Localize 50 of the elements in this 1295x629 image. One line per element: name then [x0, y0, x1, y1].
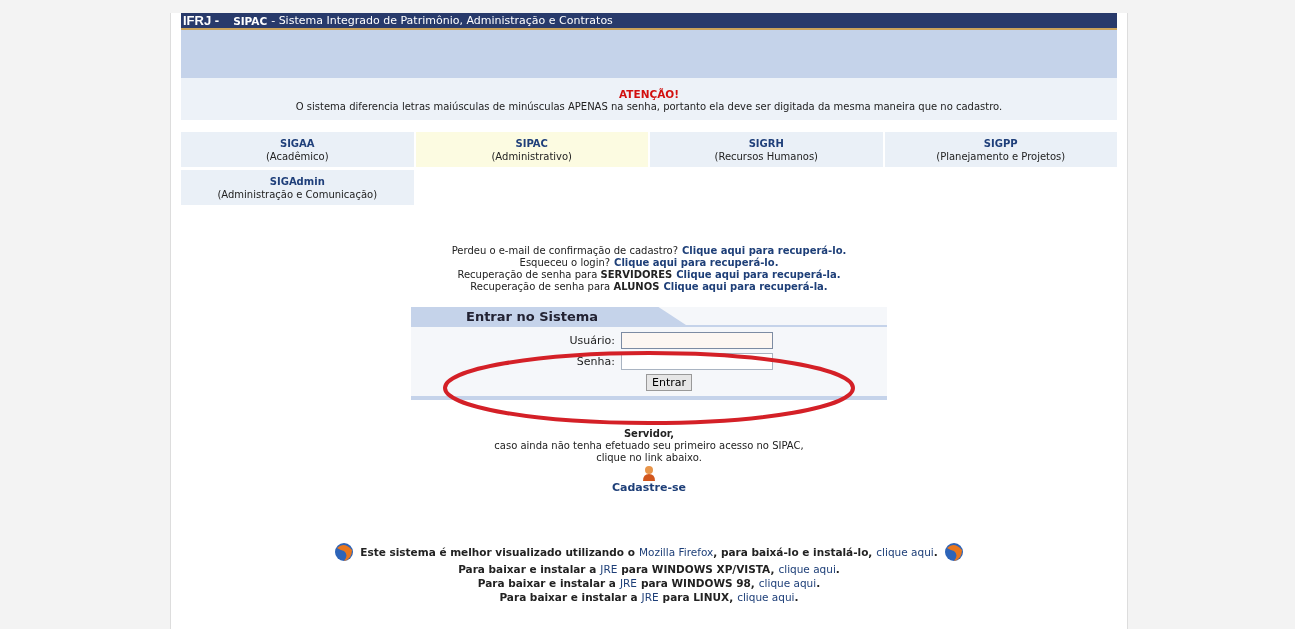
browser-link[interactable]: Mozilla Firefox [638, 545, 714, 559]
jre-text: para WINDOWS 98, [640, 576, 755, 590]
recovery-text: Perdeu o e-mail de confirmação de cadastro? [451, 245, 678, 257]
jre-text: Para baixar e instalar a [499, 590, 638, 604]
period-text: . [835, 562, 840, 576]
system-tab[interactable]: SIPAC (Administrativo) [415, 132, 648, 167]
download-link[interactable]: clique aqui [758, 576, 817, 590]
system-tab[interactable]: SIGAdmin (Administração e Comunicação) [181, 170, 414, 205]
recovery-link[interactable]: Clique aqui para recuperá-la. [676, 269, 841, 281]
jre-text: Para baixar e instalar a [458, 562, 597, 576]
system-name: SIPAC [233, 14, 268, 27]
jre-link[interactable]: JRE [619, 576, 637, 590]
user-icon [642, 465, 656, 481]
register-link[interactable]: Cadastre-se [611, 482, 687, 494]
download-link[interactable]: clique aqui [737, 590, 795, 604]
register-heading: Servidor, [623, 428, 675, 440]
period-text: . [933, 545, 938, 559]
period-text: . [816, 576, 821, 590]
system-tab[interactable]: SIGRH (Recursos Humanos) [650, 132, 883, 167]
notice-heading: ATENÇÃO! [619, 88, 679, 100]
jre-text: Para baixar e instalar a [477, 576, 616, 590]
recovery-link[interactable]: Clique aqui para recuperá-la. [663, 281, 828, 293]
org-name: IFRJ - [183, 13, 220, 28]
system-tab[interactable]: SIGAA (Acadêmico) [181, 132, 414, 167]
login-title: Entrar no Sistema [411, 307, 686, 325]
register-text: caso ainda não tenha efetuado seu primeiro acesso no SIPAC, [494, 440, 804, 452]
jre-link[interactable]: JRE [641, 590, 659, 604]
field-label: Usuário: [569, 334, 615, 347]
download-link[interactable]: clique aqui [876, 545, 934, 559]
recovery-text: Esqueceu o login? [519, 257, 611, 269]
notice-text: O sistema diferencia letras maiúsculas de minúsculas APENAS na senha, portanto ela deve ser digitada da mesma maneira que no cadastro. [294, 100, 1004, 113]
recovery-link[interactable]: Clique aqui para recuperá-lo. [681, 245, 847, 257]
field-label: Senha: [576, 355, 615, 368]
recovery-text: Recuperação de senha para SERVIDORES [457, 269, 673, 281]
login-button[interactable]: Entrar [646, 374, 692, 391]
globe-icon [943, 542, 964, 562]
input-field[interactable] [621, 332, 773, 349]
jre-text: para WINDOWS XP/VISTA, [621, 562, 775, 576]
jre-text: para LINUX, [662, 590, 734, 604]
jre-link[interactable]: JRE [600, 562, 618, 576]
recovery-text: Recuperação de senha para ALUNOS [470, 281, 660, 293]
browser-text: Este sistema é melhor visualizado utilizando o [360, 545, 635, 559]
download-link[interactable]: clique aqui [778, 562, 836, 576]
system-tab[interactable]: SIGPP (Planejamento e Projetos) [884, 132, 1117, 167]
period-text: . [794, 590, 799, 604]
register-text: clique no link abaixo. [596, 452, 702, 464]
header-title: - Sistema Integrado de Patrimônio, Administração e Contratos [271, 14, 613, 27]
browser-text: , para baixá-lo e instalá-lo, [713, 545, 873, 559]
recovery-link[interactable]: Clique aqui para recuperá-lo. [614, 257, 779, 269]
globe-icon [334, 542, 355, 562]
